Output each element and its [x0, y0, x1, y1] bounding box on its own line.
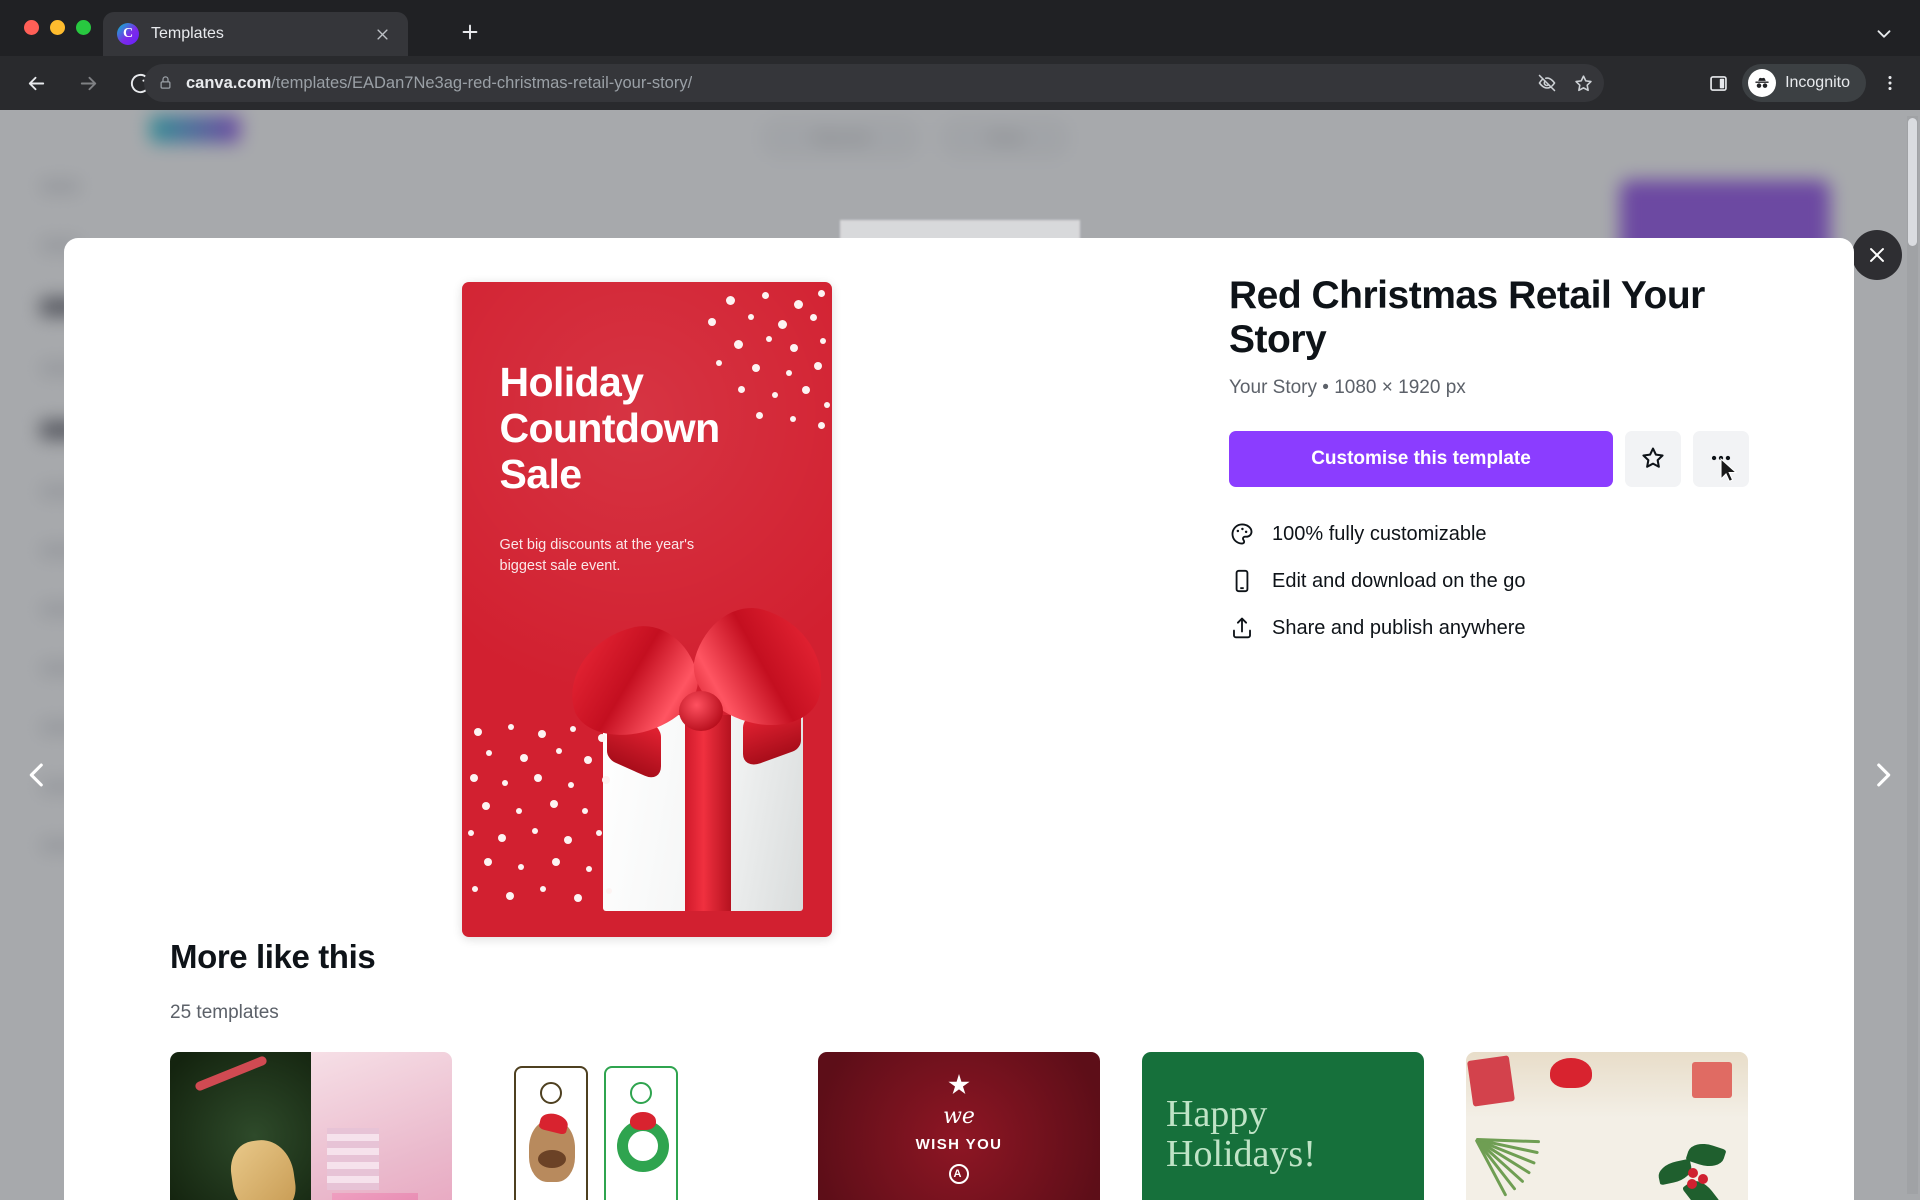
profile-chip[interactable]: Incognito — [1742, 64, 1866, 102]
template-info-column: Red Christmas Retail Your Story Your Sto… — [1229, 238, 1854, 928]
template-thumbnail-1[interactable] — [170, 1052, 452, 1200]
template-thumbnail-3[interactable]: we WISH YOU A MERRY — [818, 1052, 1100, 1200]
scrollbar-thumb[interactable] — [1908, 118, 1917, 246]
card-heading: Happy Holidays! — [1166, 1094, 1316, 1175]
card-line-3-text: A — [949, 1164, 969, 1184]
window-controls — [24, 20, 91, 35]
confetti-dots-bottom — [464, 722, 624, 917]
preview-subtext: Get big discounts at the year's biggest … — [499, 537, 695, 574]
card-line-2: WISH YOU — [915, 1136, 1003, 1153]
url-path: /templates/EADan7Ne3ag-red-christmas-ret… — [271, 73, 693, 92]
close-overlay-button[interactable] — [1852, 230, 1902, 280]
kebab-menu-icon[interactable] — [1872, 64, 1908, 102]
chevron-right-icon[interactable] — [1860, 752, 1906, 798]
page-content: Starred View Starred View — [0, 110, 1920, 1200]
card-line-1: we — [943, 1104, 975, 1129]
chevron-left-icon[interactable] — [14, 752, 60, 798]
incognito-icon — [1748, 69, 1777, 97]
browser-tab-title: Templates — [151, 25, 224, 42]
card-heading-line-2: Holidays! — [1166, 1133, 1316, 1176]
customise-template-button[interactable]: Customise this template — [1229, 431, 1613, 488]
favorite-button[interactable] — [1625, 431, 1681, 488]
close-window-button[interactable] — [24, 20, 39, 35]
holly-icon — [1656, 1138, 1730, 1200]
canva-logo-icon: C — [117, 23, 139, 45]
gift-tag-reindeer: MERRY CHRISTMAS — [514, 1066, 588, 1200]
preview-headline: Holiday Countdown Sale — [499, 359, 721, 497]
feature-item: Edit and download on the go — [1229, 568, 1808, 594]
template-preview-column: Holiday Countdown Sale Get big discounts… — [64, 238, 1229, 937]
more-like-this-section: More like this 25 templates MERRY CHRIST… — [64, 938, 1854, 1200]
address-bar-url: canva.com/templates/EADan7Ne3ag-red-chri… — [186, 74, 692, 93]
share-icon — [1229, 615, 1255, 641]
arrow-right-icon[interactable] — [68, 63, 108, 103]
maximize-window-button[interactable] — [76, 20, 91, 35]
chevron-down-icon[interactable] — [1870, 20, 1898, 48]
mobile-icon — [1229, 568, 1255, 594]
template-detail-modal: Holiday Countdown Sale Get big discounts… — [64, 238, 1854, 1200]
star-icon — [948, 1074, 970, 1095]
profile-label: Incognito — [1785, 74, 1850, 91]
browser-toolbar: canva.com/templates/EADan7Ne3ag-red-chri… — [0, 56, 1920, 110]
feature-item: 100% fully customizable — [1229, 521, 1808, 547]
url-domain: canva.com — [186, 73, 272, 92]
browser-tab[interactable]: C Templates — [103, 12, 408, 56]
more-like-this-heading: More like this — [170, 938, 376, 975]
feature-item: Share and publish anywhere — [1229, 615, 1808, 641]
feature-label: 100% fully customizable — [1272, 522, 1487, 545]
close-icon[interactable] — [370, 22, 394, 46]
template-meta: Your Story • 1080 × 1920 px — [1229, 377, 1466, 399]
lock-icon — [158, 75, 174, 91]
omnibox-actions — [1532, 68, 1598, 98]
minimize-window-button[interactable] — [50, 20, 65, 35]
star-icon — [1640, 445, 1666, 474]
template-thumbnail-2[interactable]: MERRY CHRISTMAS MERRY CHRISTMAS — [494, 1052, 776, 1200]
feature-label: Edit and download on the go — [1272, 569, 1526, 592]
template-thumbnail-5[interactable] — [1466, 1052, 1748, 1200]
star-icon[interactable] — [1568, 68, 1598, 98]
feature-label: Share and publish anywhere — [1272, 616, 1526, 639]
palette-icon — [1229, 521, 1255, 547]
card-line-3: A — [818, 1164, 1100, 1184]
page-scrollbar[interactable] — [1907, 116, 1918, 1194]
template-thumbnail-grid: MERRY CHRISTMAS MERRY CHRISTMAS we WISH … — [170, 1052, 1748, 1200]
tab-strip: C Templates — [0, 0, 1920, 56]
template-features-list: 100% fully customizable Edit and downloa… — [1229, 521, 1808, 641]
toolbar-right-actions: Incognito — [1700, 64, 1908, 102]
card-heading-line-1: Happy — [1166, 1093, 1268, 1135]
gift-tag-wreath: MERRY CHRISTMAS — [604, 1066, 678, 1200]
plus-icon[interactable] — [455, 20, 485, 50]
template-preview-image[interactable]: Holiday Countdown Sale Get big discounts… — [461, 282, 832, 937]
address-bar[interactable]: canva.com/templates/EADan7Ne3ag-red-chri… — [144, 64, 1604, 102]
eye-off-icon[interactable] — [1532, 68, 1562, 98]
template-thumbnail-4[interactable]: Happy Holidays! MUCH LOVE FROM HARVEY — [1142, 1052, 1424, 1200]
pine-branch-icon — [1474, 1138, 1562, 1200]
template-count: 25 templates — [170, 1002, 279, 1023]
page-title: Red Christmas Retail Your Story — [1229, 274, 1705, 361]
template-detail-section: Holiday Countdown Sale Get big discounts… — [64, 238, 1854, 937]
side-panel-icon[interactable] — [1700, 64, 1736, 102]
arrow-left-icon[interactable] — [16, 63, 56, 103]
mouse-cursor — [1720, 458, 1738, 483]
